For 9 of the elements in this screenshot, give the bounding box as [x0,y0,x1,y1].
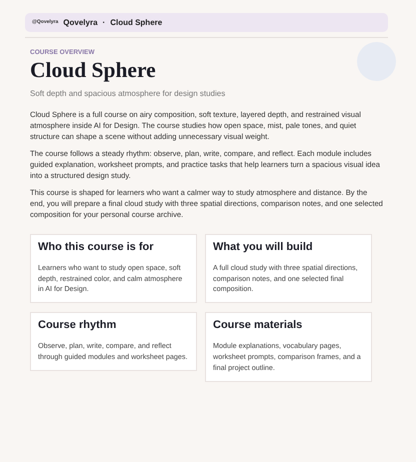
subtitle: Soft depth and spacious atmosphere for design studies [30,88,226,100]
card-title: Course materials [213,319,304,332]
page-title: Cloud Sphere [30,58,157,84]
card-title: What you will build [213,240,314,254]
breadcrumb-separator: · [102,16,106,28]
breadcrumb-item: Cloud Sphere [110,16,162,28]
card-title: Course rhythm [38,319,118,332]
brand-name[interactable]: Qovelyra [63,16,98,28]
card-title: Who this course is for [38,240,155,254]
